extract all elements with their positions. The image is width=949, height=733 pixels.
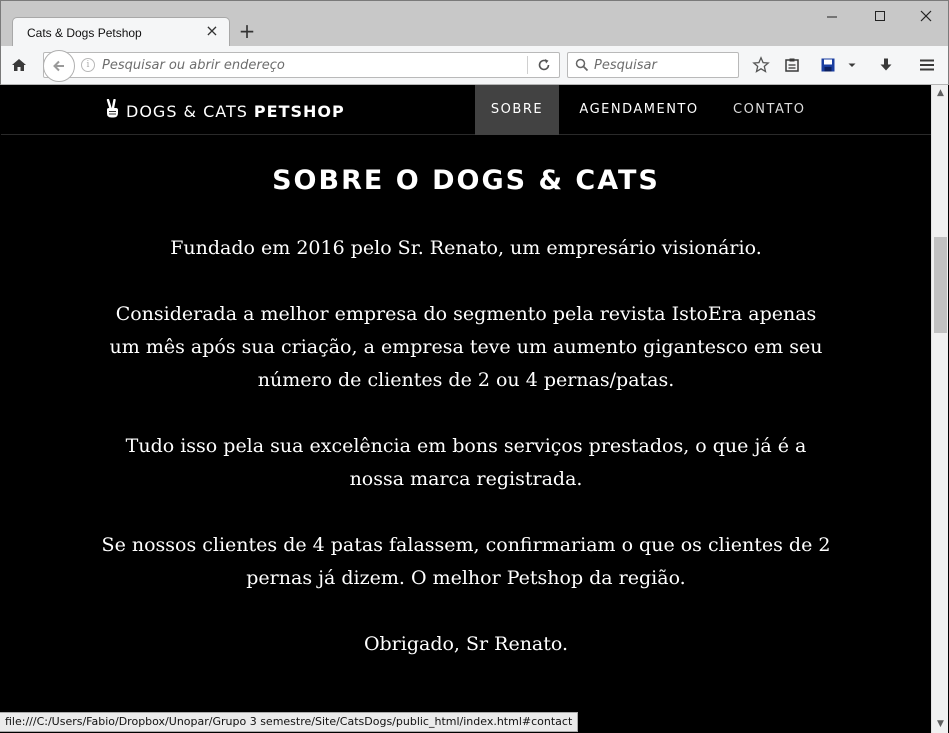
about-paragraph: Tudo isso pela sua excelência em bons se…	[125, 435, 807, 490]
search-bar[interactable]	[567, 52, 739, 78]
download-icon[interactable]	[876, 55, 896, 75]
status-bar-url: file:///C:/Users/Fabio/Dropbox/Unopar/Gr…	[0, 712, 579, 732]
minimize-button[interactable]	[817, 5, 847, 27]
scroll-up-icon[interactable]: ▲	[932, 85, 949, 102]
brand-name-bold: PETSHOP	[253, 101, 345, 121]
clipboard-icon[interactable]	[782, 55, 802, 75]
tab-title: Cats & Dogs Petshop	[27, 26, 142, 40]
peace-hand-icon	[104, 98, 120, 123]
brand-logo[interactable]: DOGS & CATS PETSHOP	[104, 98, 345, 123]
vertical-scrollbar[interactable]: ▲ ▼	[931, 85, 948, 733]
info-icon[interactable]: i	[81, 58, 95, 72]
about-paragraph: Se nossos clientes de 4 patas falassem, …	[101, 534, 831, 589]
close-window-button[interactable]	[911, 5, 941, 27]
home-icon[interactable]	[9, 55, 29, 75]
reload-icon[interactable]	[534, 56, 554, 74]
site-navbar: DOGS & CATS PETSHOP SOBRE AGENDAMENTO CO…	[1, 85, 931, 135]
url-input[interactable]	[102, 56, 512, 74]
window-titlebar: Cats & Dogs Petshop × +	[0, 0, 949, 47]
search-icon	[574, 57, 590, 73]
save-icon[interactable]	[818, 55, 838, 75]
star-icon[interactable]	[751, 55, 771, 75]
nav-link-contato[interactable]: CONTATO	[719, 85, 819, 135]
address-bar[interactable]: i	[43, 50, 560, 82]
scroll-down-icon[interactable]: ▼	[932, 716, 949, 733]
back-arrow-icon[interactable]	[43, 50, 75, 82]
nav-link-agendamento[interactable]: AGENDAMENTO	[559, 85, 719, 135]
browser-toolbar: i	[0, 46, 949, 85]
browser-tab[interactable]: Cats & Dogs Petshop ×	[12, 17, 230, 47]
nav-link-sobre[interactable]: SOBRE	[475, 85, 559, 135]
chevron-down-icon[interactable]	[845, 55, 859, 75]
about-paragraph: Fundado em 2016 pelo Sr. Renato, um empr…	[170, 237, 762, 259]
about-paragraph: Considerada a melhor empresa do segmento…	[109, 303, 823, 391]
url-separator	[527, 56, 528, 74]
new-tab-icon[interactable]: +	[237, 21, 257, 41]
section-title: SOBRE O DOGS & CATS	[272, 165, 660, 196]
hamburger-menu-icon[interactable]	[917, 55, 937, 75]
brand-name: DOGS & CATS	[126, 101, 248, 121]
maximize-button[interactable]	[865, 5, 895, 27]
about-signature: Obrigado, Sr Renato.	[363, 633, 569, 655]
scroll-thumb[interactable]	[934, 237, 947, 333]
page-viewport: DOGS & CATS PETSHOP SOBRE AGENDAMENTO CO…	[1, 85, 931, 733]
tab-close-icon[interactable]: ×	[205, 23, 219, 39]
search-input[interactable]	[594, 56, 734, 74]
